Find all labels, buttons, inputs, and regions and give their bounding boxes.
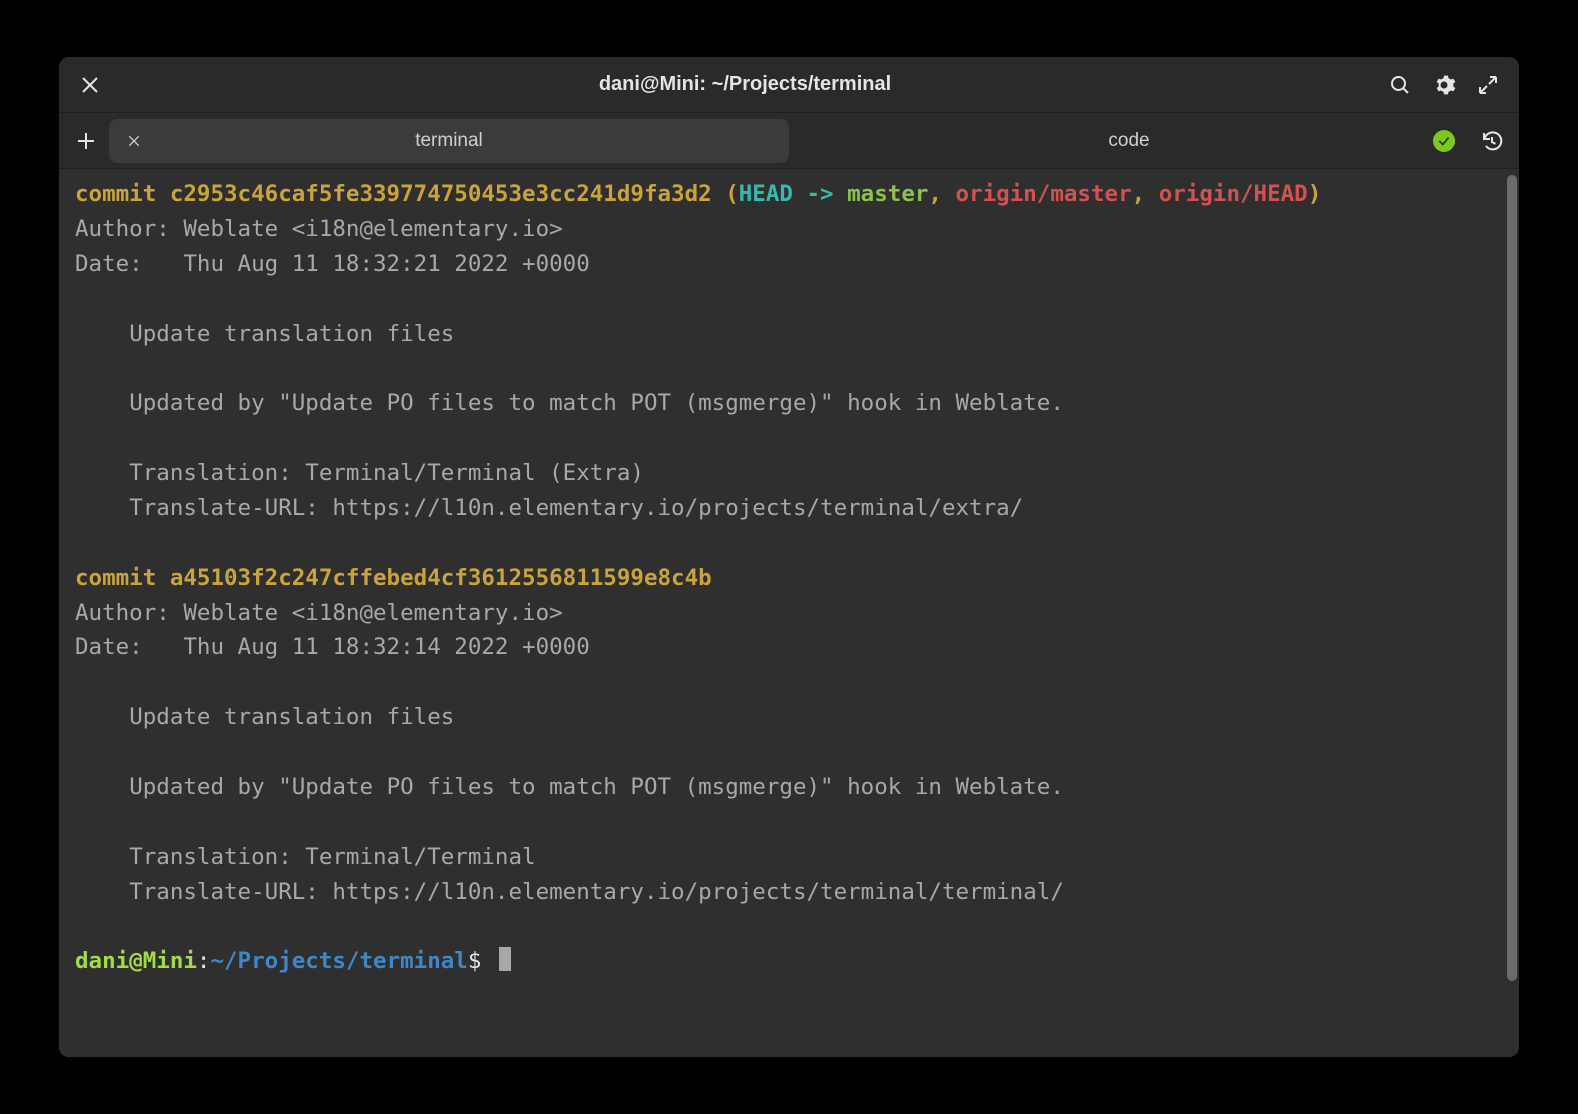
tab-label: terminal (157, 130, 741, 152)
scrollbar-thumb[interactable] (1507, 175, 1517, 981)
tabs: terminal code (109, 119, 1469, 163)
tab-label: code (837, 130, 1421, 152)
success-status-icon (1433, 130, 1455, 152)
settings-button[interactable] (1427, 68, 1461, 102)
scrollbar[interactable] (1507, 175, 1517, 1051)
tab-code[interactable]: code (789, 119, 1469, 163)
terminal-output[interactable]: commit c2953c46caf5fe339774750453e3cc241… (59, 169, 1519, 1057)
window-title: dani@Mini: ~/Projects/terminal (117, 73, 1373, 96)
cursor (499, 947, 511, 971)
fullscreen-button[interactable] (1471, 68, 1505, 102)
search-button[interactable] (1383, 68, 1417, 102)
tabbar: terminal code (59, 113, 1519, 169)
close-tab-button[interactable] (123, 130, 145, 152)
titlebar: dani@Mini: ~/Projects/terminal (59, 57, 1519, 113)
close-window-button[interactable] (73, 68, 107, 102)
terminal-window: dani@Mini: ~/Projects/terminal terminal (59, 57, 1519, 1057)
history-button[interactable] (1475, 124, 1509, 158)
new-tab-button[interactable] (69, 124, 103, 158)
tab-terminal[interactable]: terminal (109, 119, 789, 163)
terminal-viewport[interactable]: commit c2953c46caf5fe339774750453e3cc241… (59, 169, 1519, 1057)
